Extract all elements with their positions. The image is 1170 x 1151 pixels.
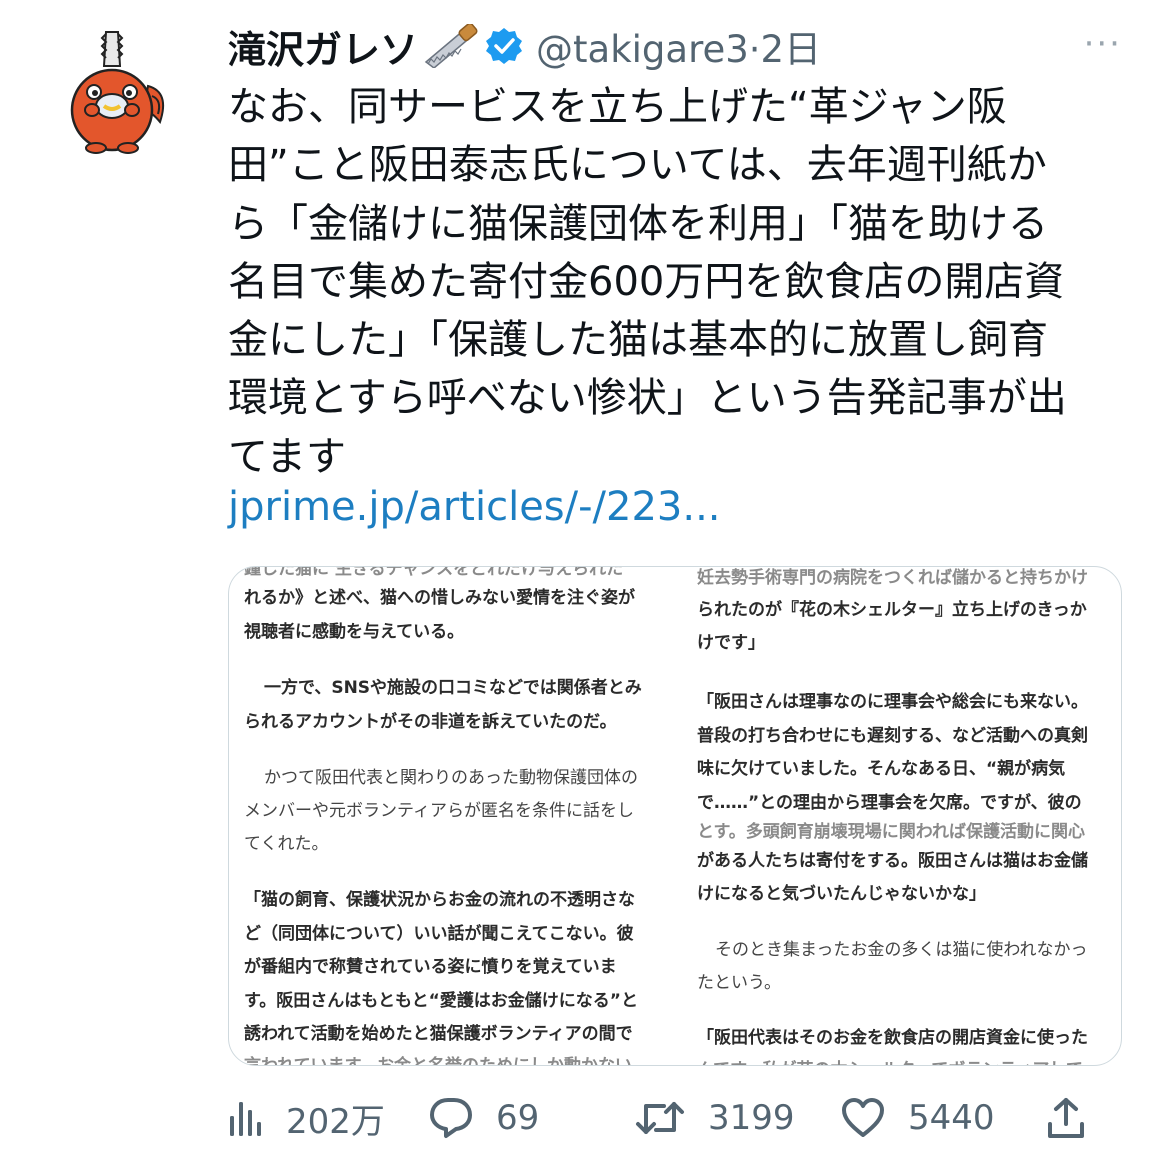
share-icon <box>1046 1096 1086 1140</box>
tweet-header: 滝沢ガレソ @takigare3·2日 <box>228 16 821 76</box>
article-line: ど（同団体について）いい話が聞こえてこない。彼 <box>244 924 634 944</box>
retweet-icon <box>634 1098 686 1138</box>
views-button[interactable]: 202万 <box>228 1094 428 1143</box>
article-line: が番組内で称賛されている姿に憤りを覚えていま <box>244 957 617 977</box>
tweet-line: 田”こと阪田泰志氏については、去年週刊紙か <box>228 142 1047 189</box>
attached-image[interactable]: 鐘した猫に 生きるチャンスをどれだけ与えられた れるか》と述べ、猫への惜しみない… <box>228 566 1122 1066</box>
avatar[interactable] <box>48 26 180 158</box>
article-line: かつて阪田代表と関わりのあった動物保護団体の <box>264 768 638 788</box>
reply-button[interactable]: 69 <box>428 1096 634 1140</box>
article-line: 言われています。お金と名誉のためにしか動かない <box>244 1056 632 1066</box>
article-line: んです。私が花の木シェルターでボランティアして <box>697 1055 1083 1065</box>
separator-dot: · <box>748 28 761 71</box>
views-icon <box>228 1098 264 1138</box>
tweet-line: てます <box>228 433 346 480</box>
reply-icon <box>428 1096 474 1140</box>
article-line: とす。多頭飼育崩壊現場に関われば保護活動に関心 <box>697 822 1085 842</box>
article-line: 味に欠けていました。そんなある日、“親が病気 <box>697 759 1066 779</box>
article-line: 視聴者に感動を与えている。 <box>244 622 465 642</box>
display-name[interactable]: 滝沢ガレソ <box>228 19 418 74</box>
like-button[interactable]: 5440 <box>840 1097 1046 1139</box>
article-line: 「猫の飼育、保護状況からお金の流れの不透明さな <box>244 890 635 910</box>
article-line: けになると気づいたんじゃないかな」 <box>697 884 986 904</box>
article-line: 誘われて活動を始めたと猫保護ボランティアの間で <box>244 1024 633 1044</box>
article-line: けです」 <box>697 633 765 653</box>
article-line: で……”との理由から理事会を欠席。ですが、彼の <box>697 793 1082 813</box>
verified-badge-icon <box>484 26 524 66</box>
article-line: 一方で、SNSや施設の口コミなどでは関係者とみ <box>264 678 642 698</box>
article-line: れるか》と述べ、猫への惜しみない愛情を注ぐ姿が <box>244 588 635 608</box>
article-line: 「阪田代表はそのお金を飲食店の開店資金に使った <box>697 1028 1088 1048</box>
article-line: たという。 <box>697 973 781 993</box>
article-line: 普段の打ち合わせにも遅刻する、など活動への真剣 <box>697 726 1088 746</box>
article-line: られたのが『花の木シェルター』立ち上げのきっか <box>697 600 1087 620</box>
article-line: がある人たちは寄付をする。阪田さんは猫はお金儲 <box>697 851 1088 871</box>
retweet-count: 3199 <box>708 1098 795 1138</box>
tweet-line: なお、同サービスを立ち上げた“革ジャン阪 <box>228 84 1007 130</box>
retweet-button[interactable]: 3199 <box>634 1098 840 1138</box>
article-line: メンバーや元ボランティアらが匿名を条件に話をし <box>244 801 634 821</box>
tweet-time[interactable]: 2日 <box>761 28 822 71</box>
views-count: 202万 <box>286 1101 385 1142</box>
article-line: す。阪田さんはもともと“愛護はお金儲けになる”と <box>244 991 638 1011</box>
article-line: られるアカウントがその非道を訴えていたのだ。 <box>244 712 617 732</box>
like-count: 5440 <box>908 1098 995 1138</box>
tweet-line: 名目で集めた寄付金600万円を飲食店の開店資 <box>228 258 1065 305</box>
tweet-line: 金にした」「保護した猫は基本的に放置し飼育 <box>228 317 1048 364</box>
article-line: 妊去勢手術専門の病院をつくれば儲かると持ちかけ <box>697 568 1088 588</box>
tweet-text: なお、同サービスを立ち上げた“革ジャン阪 田”こと阪田泰志氏については、去年週刊… <box>228 78 1128 486</box>
tweet-line: ら「金儲けに猫保護団体を利用」「猫を助ける <box>228 200 1048 247</box>
like-icon <box>840 1097 886 1139</box>
more-options-button[interactable]: ··· <box>1084 24 1122 64</box>
article-line: そのとき集まったお金の多くは猫に使われなかっ <box>715 940 1088 960</box>
article-line: 「阪田さんは理事なのに理事会や総会にも来ない。 <box>697 692 1088 712</box>
action-bar: 202万 69 3199 5440 <box>228 1088 1128 1148</box>
article-link[interactable]: jprime.jp/articles/-/223... <box>228 484 721 530</box>
share-button[interactable] <box>1046 1096 1086 1140</box>
tweet-line: 環境とすら呼べない惨状」という告発記事が出 <box>228 375 1067 422</box>
article-line: 鐘した猫に 生きるチャンスをどれだけ与えられた <box>244 566 624 579</box>
chainsaw-character-avatar <box>48 26 180 158</box>
reply-count: 69 <box>496 1098 540 1138</box>
user-handle[interactable]: @takigare3·2日 <box>536 19 821 73</box>
article-line: てくれた。 <box>244 834 329 854</box>
saw-icon <box>420 22 478 69</box>
